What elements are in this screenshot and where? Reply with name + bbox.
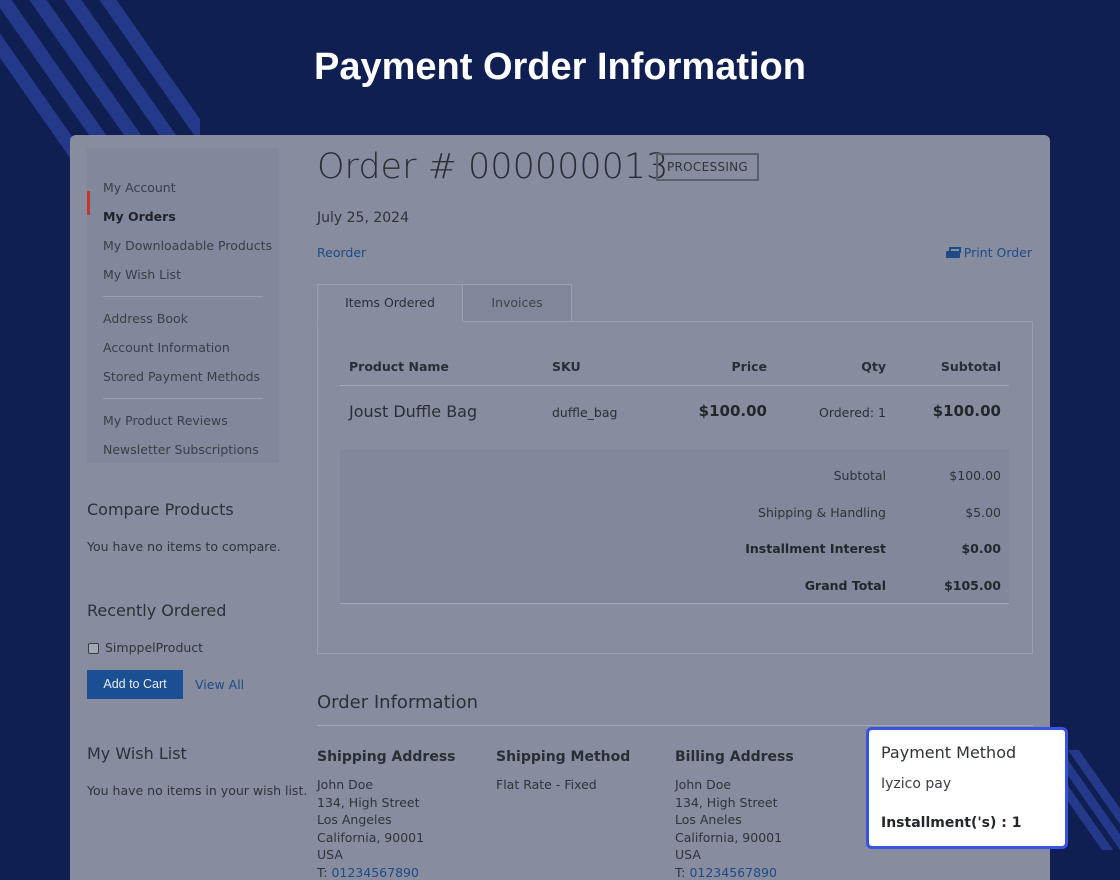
- item-price: $100.00: [698, 402, 767, 420]
- order-totals: Subtotal $100.00 Shipping & Handling $5.…: [340, 450, 1009, 604]
- billing-phone-prefix: T:: [675, 865, 690, 880]
- sidebar-item-my-account[interactable]: My Account: [103, 180, 176, 195]
- compare-products-title: Compare Products: [87, 500, 234, 519]
- shipping-address-heading: Shipping Address: [317, 749, 456, 765]
- add-to-cart-button[interactable]: Add to Cart: [87, 670, 183, 699]
- totals-value-subtotal: $100.00: [949, 468, 1001, 483]
- nav-divider: [103, 296, 263, 297]
- hero-title: Payment Order Information: [314, 46, 806, 88]
- billing-phone-link[interactable]: 01234567890: [689, 865, 776, 880]
- active-nav-marker: [87, 191, 90, 215]
- status-badge: PROCESSING: [656, 153, 760, 181]
- payment-method-card: Payment Method Iyzico pay Installment('s…: [866, 727, 1068, 849]
- payment-installment: Installment('s) : 1: [881, 815, 1022, 831]
- printer-icon: [945, 246, 961, 259]
- recently-ordered-product[interactable]: SimppelProduct: [105, 640, 203, 655]
- wish-list-title: My Wish List: [87, 744, 187, 763]
- billing-address-line: 134, High Street: [675, 795, 778, 810]
- item-subtotal: $100.00: [932, 402, 1001, 420]
- totals-value-installment-interest: $0.00: [961, 541, 1001, 556]
- decorative-stripes-bottom-right: [1060, 750, 1120, 850]
- sidebar-item-newsletter-subscriptions[interactable]: Newsletter Subscriptions: [103, 442, 259, 457]
- billing-address-line: Los Aneles: [675, 812, 742, 827]
- billing-address-line: USA: [675, 847, 701, 862]
- item-sku: duffle_bag: [552, 405, 618, 420]
- nav-divider: [103, 398, 263, 399]
- view-all-link[interactable]: View All: [195, 677, 244, 692]
- order-date: July 25, 2024: [317, 210, 409, 226]
- shipping-address-line: California, 90001: [317, 830, 425, 845]
- sidebar-item-wish-list[interactable]: My Wish List: [103, 267, 181, 282]
- totals-label-grand-total: Grand Total: [804, 578, 886, 593]
- item-qty: Ordered: 1: [818, 405, 886, 420]
- shipping-phone: T: 01234567890: [317, 865, 419, 880]
- shipping-method-heading: Shipping Method: [496, 749, 631, 765]
- sidebar-item-account-information[interactable]: Account Information: [103, 340, 230, 355]
- print-order-link[interactable]: Print Order: [945, 245, 1032, 260]
- payment-method-heading: Payment Method: [881, 743, 1017, 762]
- col-header-product-name: Product Name: [349, 359, 449, 374]
- reorder-link[interactable]: Reorder: [317, 245, 366, 260]
- col-header-price: Price: [731, 359, 768, 374]
- col-header-subtotal: Subtotal: [940, 359, 1001, 374]
- tab-invoices[interactable]: Invoices: [462, 284, 572, 322]
- billing-address-heading: Billing Address: [675, 749, 794, 765]
- order-information-title: Order Information: [317, 692, 479, 713]
- order-title: Order # 000000013: [317, 147, 669, 187]
- order-information-divider: [317, 725, 1033, 726]
- wish-list-empty-text: You have no items in your wish list.: [87, 783, 308, 798]
- shipping-address-line: 134, High Street: [317, 795, 420, 810]
- shipping-address-line: John Doe: [317, 777, 374, 792]
- sidebar-item-my-orders[interactable]: My Orders: [103, 209, 176, 224]
- account-sidebar-nav: My Account My Orders My Downloadable Pro…: [87, 148, 279, 463]
- item-product-name: Joust Duffle Bag: [349, 402, 478, 421]
- totals-label-subtotal: Subtotal: [833, 468, 886, 483]
- totals-value-grand-total: $105.00: [944, 578, 1001, 593]
- billing-address-line: California, 90001: [675, 830, 783, 845]
- col-header-sku: SKU: [552, 359, 581, 374]
- totals-label-shipping: Shipping & Handling: [758, 505, 886, 520]
- sidebar-item-address-book[interactable]: Address Book: [103, 311, 188, 326]
- totals-label-installment-interest: Installment Interest: [745, 541, 886, 556]
- print-order-label: Print Order: [963, 245, 1032, 260]
- shipping-address-line: Los Angeles: [317, 812, 392, 827]
- totals-value-shipping: $5.00: [965, 505, 1001, 520]
- sidebar-item-stored-payment-methods[interactable]: Stored Payment Methods: [103, 369, 260, 384]
- payment-method-value: Iyzico pay: [881, 776, 952, 792]
- recently-ordered-title: Recently Ordered: [87, 601, 227, 620]
- shipping-phone-prefix: T:: [317, 865, 332, 880]
- shipping-phone-link[interactable]: 01234567890: [331, 865, 418, 880]
- billing-address-line: John Doe: [675, 777, 732, 792]
- col-header-qty: Qty: [861, 359, 886, 374]
- tab-items-ordered[interactable]: Items Ordered: [317, 284, 463, 322]
- sidebar-item-product-reviews[interactable]: My Product Reviews: [103, 413, 228, 428]
- compare-empty-text: You have no items to compare.: [87, 539, 281, 554]
- sidebar-item-downloadable-products[interactable]: My Downloadable Products: [103, 238, 272, 253]
- billing-phone: T: 01234567890: [675, 865, 777, 880]
- table-header-divider: [340, 385, 1009, 386]
- recently-ordered-checkbox[interactable]: [88, 643, 99, 654]
- shipping-address-line: USA: [317, 847, 343, 862]
- shipping-method-value: Flat Rate - Fixed: [496, 777, 597, 792]
